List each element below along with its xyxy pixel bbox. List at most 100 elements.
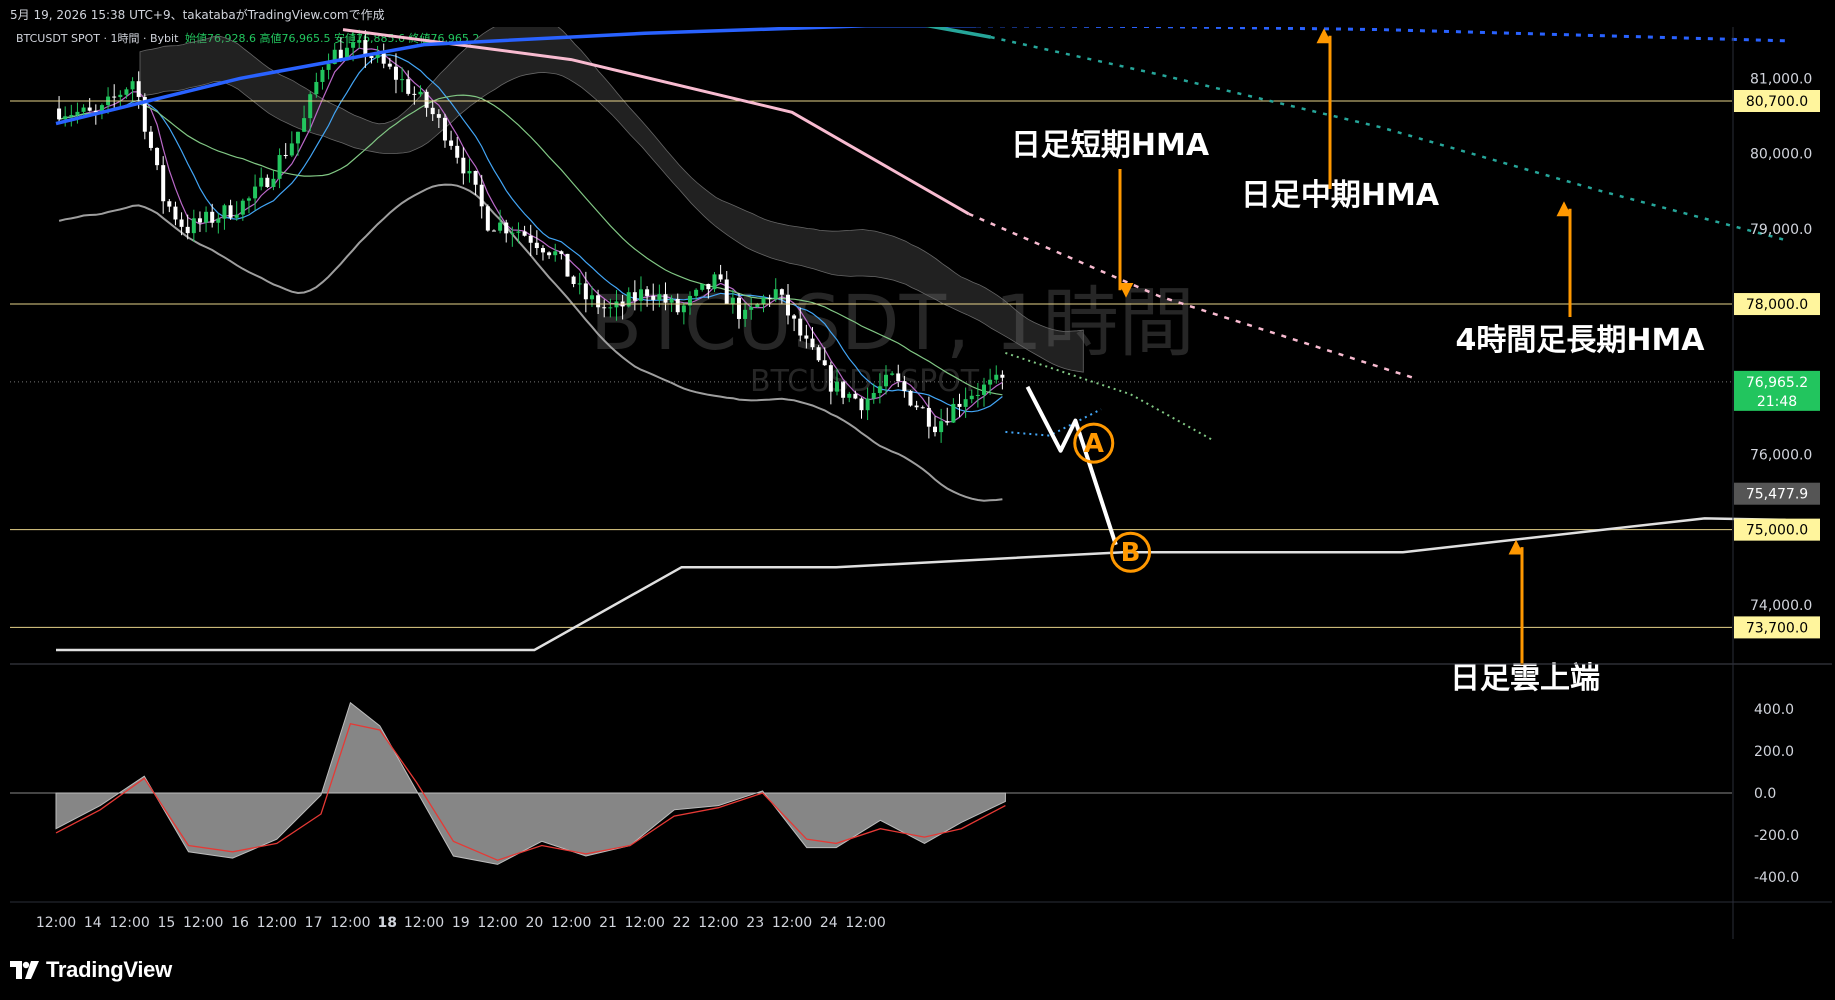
time-tick-label: 23: [746, 915, 764, 931]
candle-body: [963, 399, 968, 407]
chart-frame[interactable]: BTCUSDT, 1時間 BTCUSDT SPOT BTCUSDT SPOT ·…: [10, 9, 1835, 939]
candle-body: [951, 403, 956, 423]
price-level-tag: 78,000.0: [1746, 297, 1808, 313]
price-tick-label: 81,000.0: [1750, 71, 1812, 87]
current-price-tag: 76,965.2: [1746, 375, 1808, 391]
candle-body: [638, 289, 643, 301]
time-tick-label: 12:00: [551, 915, 591, 931]
candle-body: [834, 381, 839, 392]
price-tick-label: 74,000.0: [1750, 598, 1812, 614]
candle-body: [118, 94, 123, 98]
candle-body: [222, 205, 227, 219]
candle-body: [357, 40, 362, 43]
candle-body: [822, 360, 827, 366]
symbol-legend[interactable]: BTCUSDT SPOT · 1時間 · Bybit: [16, 32, 179, 45]
candle-body: [853, 393, 858, 399]
candle-body: [608, 307, 613, 309]
candle-body: [473, 170, 478, 185]
candle-body: [124, 89, 129, 95]
annotation-label: 日足雲上端: [1450, 661, 1600, 696]
current-price-tag-countdown: 21:48: [1757, 394, 1797, 410]
candle-body: [761, 297, 766, 305]
candle-body: [442, 117, 447, 141]
time-tick-label: 12:00: [257, 915, 297, 931]
candle-body: [883, 374, 888, 387]
footer-brand: TradingView: [46, 957, 172, 982]
candle-body: [798, 318, 803, 336]
candle-body: [449, 140, 454, 146]
candle-body: [645, 289, 650, 296]
candle-body: [816, 347, 821, 361]
candle-body: [283, 155, 288, 157]
candle-body: [841, 381, 846, 398]
candle-body: [436, 114, 441, 118]
time-tick-label: 18: [377, 915, 396, 931]
candle-body: [859, 398, 864, 411]
candle-body: [755, 304, 760, 308]
candle-body: [547, 252, 552, 256]
candle-body: [896, 373, 901, 382]
price-chart[interactable]: BTCUSDT, 1時間 BTCUSDT SPOT BTCUSDT SPOT ·…: [10, 9, 1835, 939]
candle-body: [216, 218, 221, 223]
time-tick-label: 17: [305, 915, 323, 931]
candle-body: [418, 91, 423, 95]
candle-body: [565, 253, 570, 277]
candle-body: [179, 219, 184, 227]
candle-body: [295, 131, 300, 144]
time-tick-label: 12:00: [109, 915, 149, 931]
price-level-tag: 75,000.0: [1746, 523, 1808, 539]
candle-body: [804, 335, 809, 339]
time-axis[interactable]: 12:00 14 12:00 15 12:00 16 12:00 17 12:00 18 12:00…: [36, 915, 886, 931]
oscillator-tick-label: 400.0: [1754, 702, 1794, 718]
candle-body: [253, 186, 258, 199]
candle-body: [571, 276, 576, 285]
candle-body: [522, 231, 527, 236]
candle-body: [982, 384, 987, 395]
annotation-label: 日足中期HMA: [1241, 178, 1440, 213]
candle-body: [167, 201, 172, 207]
watermark-symbol: BTCUSDT, 1時間: [590, 278, 1195, 367]
time-tick-label: 12:00: [36, 915, 76, 931]
time-tick-label: 20: [525, 915, 543, 931]
candle-body: [412, 93, 417, 95]
candle-body: [173, 206, 178, 220]
time-tick-label: 12:00: [477, 915, 517, 931]
candle-body: [767, 297, 772, 299]
candle-body: [406, 79, 411, 94]
candle-body: [69, 114, 74, 117]
watermark-subtitle: BTCUSDT SPOT: [750, 364, 980, 399]
candle-body: [847, 393, 852, 398]
candle-body: [736, 297, 741, 319]
candle-body: [994, 374, 999, 380]
candle-body: [657, 294, 662, 300]
candle-body: [240, 200, 245, 215]
candle-body: [969, 395, 974, 400]
candle-body: [675, 298, 680, 313]
candle-body: [197, 218, 202, 223]
candle-body: [308, 94, 313, 119]
scenario-marker-label: B: [1121, 538, 1141, 568]
time-tick-label: 15: [157, 915, 175, 931]
candle-body: [779, 289, 784, 295]
candle-body: [455, 145, 460, 158]
footer[interactable]: TradingView: [10, 955, 172, 985]
candle-body: [271, 178, 276, 187]
candle-body: [289, 143, 294, 156]
time-tick-label: 12:00: [625, 915, 665, 931]
candle-body: [939, 421, 944, 433]
candle-body: [871, 393, 876, 399]
candle-body: [393, 66, 398, 80]
candle-body: [1000, 374, 1005, 378]
candle-body: [785, 294, 790, 316]
candle-body: [112, 96, 117, 98]
price-tick-label: 80,000.0: [1750, 147, 1812, 163]
candle-body: [718, 274, 723, 280]
candle-body: [234, 214, 239, 218]
candle-body: [810, 338, 815, 348]
candle-body: [706, 283, 711, 290]
candle-body: [351, 42, 356, 48]
oscillator-tick-label: -400.0: [1754, 870, 1799, 886]
time-tick-label: 12:00: [772, 915, 812, 931]
candle-body: [424, 91, 429, 108]
price-level-tag: 73,700.0: [1746, 620, 1808, 636]
